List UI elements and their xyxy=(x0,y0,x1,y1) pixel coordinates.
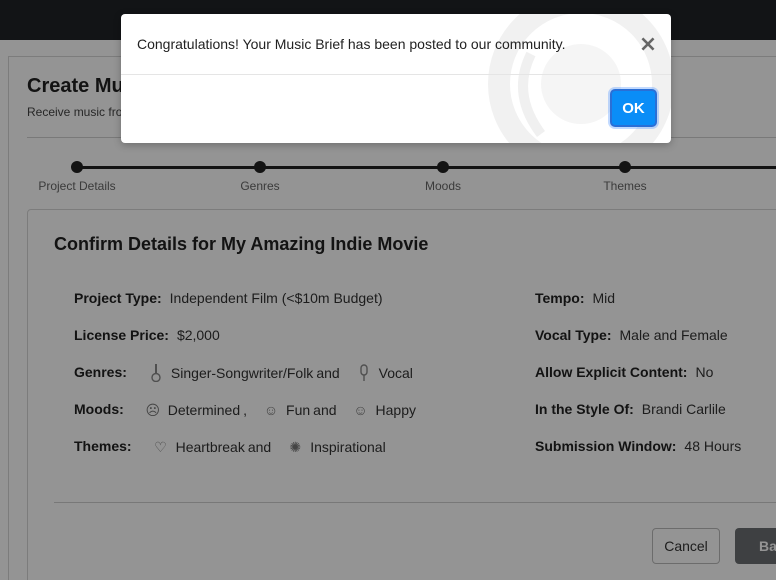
ok-button[interactable]: OK xyxy=(610,89,657,127)
dialog-divider xyxy=(121,74,671,75)
success-dialog: Congratulations! Your Music Brief has be… xyxy=(121,14,671,143)
close-icon[interactable]: × xyxy=(637,34,659,56)
dialog-message: Congratulations! Your Music Brief has be… xyxy=(137,36,566,52)
